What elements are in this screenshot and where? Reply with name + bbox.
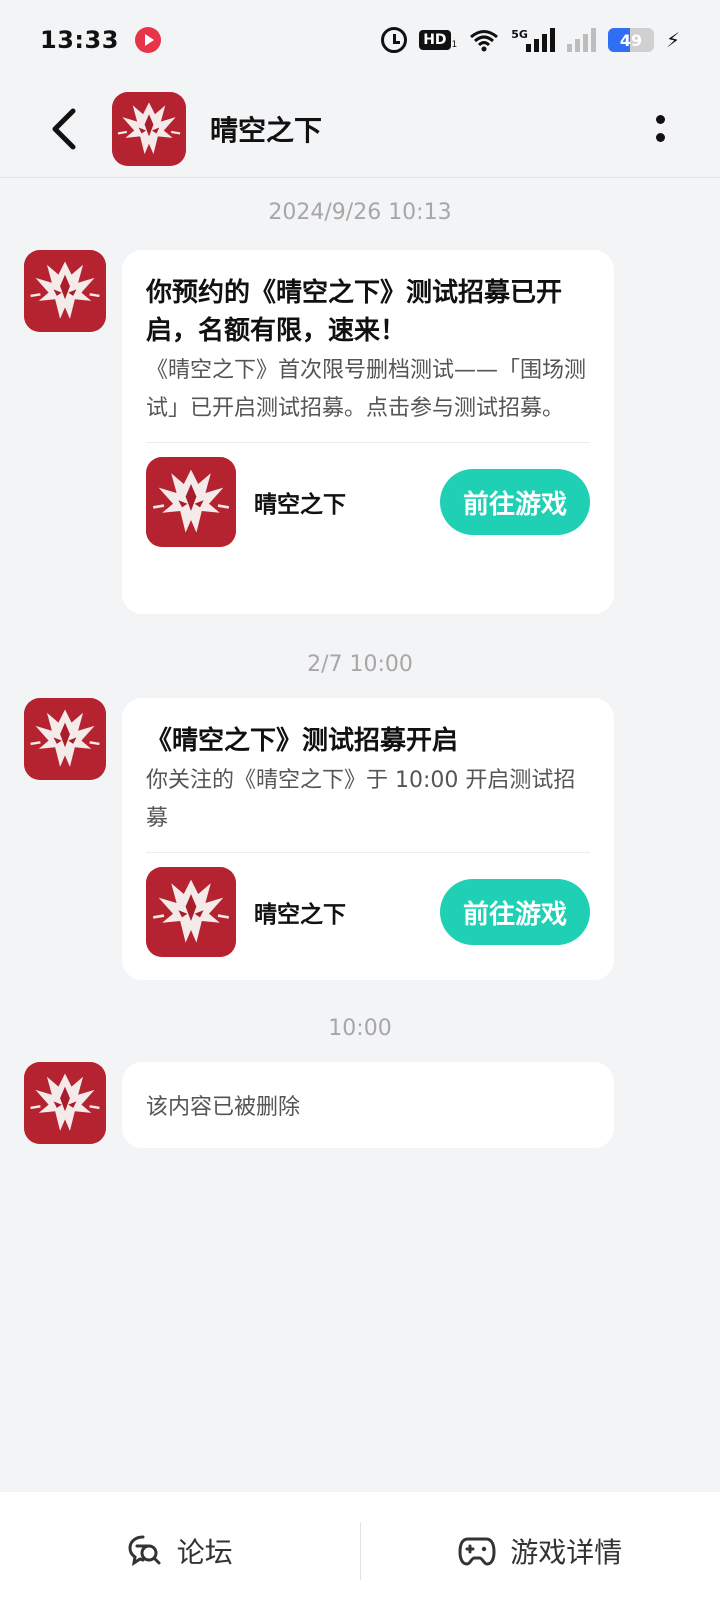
sender-avatar[interactable] bbox=[24, 1062, 106, 1144]
message-body: 你关注的《晴空之下》于 10:00 开启测试招募 bbox=[146, 768, 576, 831]
game-logo-icon bbox=[146, 457, 236, 547]
game-logo-icon bbox=[112, 92, 186, 166]
game-logo-icon bbox=[146, 867, 236, 957]
message-row bbox=[24, 698, 106, 780]
chevron-left-icon bbox=[52, 108, 76, 149]
chat-header: 晴空之下 bbox=[0, 80, 720, 178]
alarm-icon bbox=[381, 27, 408, 53]
game-details-button[interactable]: 游戏详情 bbox=[361, 1492, 720, 1610]
back-button[interactable] bbox=[34, 99, 94, 159]
page-title: 晴空之下 bbox=[210, 113, 323, 147]
message-bubble[interactable]: 你预约的《晴空之下》测试招募已开启，名额有限，速来！ 《晴空之下》首次限号删档测… bbox=[122, 250, 614, 614]
cellular-signal-2-icon bbox=[566, 28, 596, 52]
message-bubble[interactable]: 《晴空之下》测试招募开启 你关注的《晴空之下》于 10:00 开启测试招募 晴空… bbox=[122, 698, 614, 980]
status-bar: 13:33 HD 1 5G 49 ⚡ bbox=[0, 0, 720, 80]
battery-level: 49 bbox=[619, 30, 643, 50]
go-to-game-button[interactable]: 前往游戏 bbox=[440, 469, 590, 535]
hd-sub: 1 bbox=[451, 40, 458, 50]
battery-icon: 49 bbox=[607, 28, 654, 52]
charging-icon: ⚡ bbox=[665, 28, 680, 52]
hd-badge: HD bbox=[419, 30, 451, 50]
message-timestamp: 10:00 bbox=[328, 1016, 392, 1041]
game-card[interactable]: 晴空之下 前往游戏 bbox=[146, 457, 590, 547]
forum-button[interactable]: 论坛 bbox=[0, 1492, 360, 1610]
game-icon[interactable] bbox=[146, 867, 236, 957]
more-options-button[interactable] bbox=[640, 99, 680, 159]
divider bbox=[146, 852, 590, 853]
game-icon[interactable] bbox=[146, 457, 236, 547]
bottom-bar: 论坛 游戏详情 bbox=[0, 1492, 720, 1610]
gamepad-icon bbox=[458, 1537, 496, 1566]
message-bubble[interactable]: 该内容已被删除 bbox=[122, 1062, 614, 1148]
more-dot bbox=[655, 133, 665, 142]
message-title: 你预约的《晴空之下》测试招募已开启，名额有限，速来！ bbox=[146, 278, 563, 346]
game-logo-icon bbox=[24, 698, 106, 780]
hd-icon: HD 1 bbox=[419, 30, 457, 50]
message-row bbox=[24, 1062, 106, 1144]
sender-avatar[interactable] bbox=[24, 250, 106, 332]
game-name: 晴空之下 bbox=[254, 902, 346, 928]
game-details-label: 游戏详情 bbox=[510, 1536, 623, 1569]
message-title: 《晴空之下》测试招募开启 bbox=[146, 726, 459, 756]
sender-avatar[interactable] bbox=[24, 698, 106, 780]
game-avatar[interactable] bbox=[112, 92, 186, 166]
divider bbox=[146, 442, 590, 443]
message-timestamp: 2/7 10:00 bbox=[307, 652, 413, 677]
message-timestamp: 2024/9/26 10:13 bbox=[268, 200, 452, 225]
forum-search-icon bbox=[128, 1535, 161, 1567]
forum-label: 论坛 bbox=[176, 1536, 233, 1569]
wifi-icon bbox=[469, 28, 499, 52]
more-dot bbox=[655, 115, 665, 124]
go-to-game-button[interactable]: 前往游戏 bbox=[440, 879, 590, 945]
game-card[interactable]: 晴空之下 前往游戏 bbox=[146, 867, 590, 957]
game-logo-icon bbox=[24, 1062, 106, 1144]
cellular-signal-icon: 5G bbox=[511, 28, 555, 52]
game-logo-icon bbox=[24, 250, 106, 332]
status-time: 13:33 bbox=[40, 26, 119, 54]
status-icons: HD 1 5G 49 ⚡ bbox=[381, 27, 680, 53]
video-app-icon bbox=[134, 27, 161, 53]
message-body: 《晴空之下》首次限号删档测试——「围场测试」已开启测试招募。点击参与测试招募。 bbox=[146, 358, 587, 421]
deleted-message-text: 该内容已被删除 bbox=[146, 1095, 301, 1120]
message-row bbox=[24, 250, 106, 332]
game-name: 晴空之下 bbox=[254, 492, 346, 518]
